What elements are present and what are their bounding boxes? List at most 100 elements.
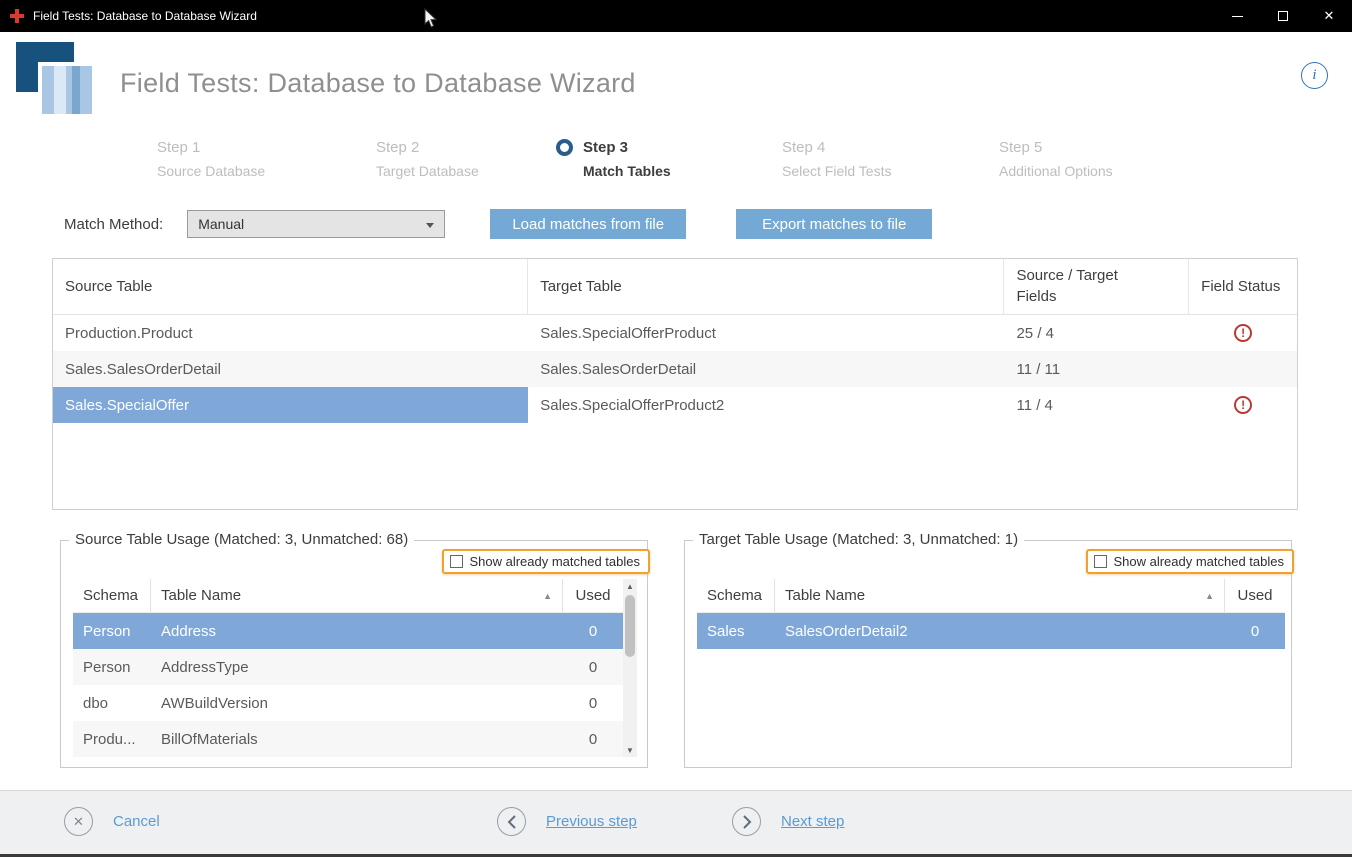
target-table-cell: Sales.SpecialOfferProduct2 bbox=[528, 387, 1004, 423]
previous-chevron-icon bbox=[497, 807, 526, 836]
next-step-button[interactable]: Next step bbox=[732, 807, 844, 836]
cancel-circle-icon: ✕ bbox=[64, 807, 93, 836]
target-table-cell: Sales.SpecialOfferProduct bbox=[528, 315, 1004, 351]
step-label: Match Tables bbox=[583, 161, 671, 181]
dropdown-chevron-icon bbox=[426, 223, 434, 228]
wizard-steps: Step 1 Source Database Step 2 Target Dat… bbox=[0, 138, 1352, 188]
column-header-target-table[interactable]: Target Table bbox=[528, 259, 1004, 314]
step-label: Additional Options bbox=[999, 161, 1113, 181]
source-table-cell: Sales.SalesOrderDetail bbox=[53, 351, 528, 387]
maximize-button[interactable] bbox=[1260, 0, 1306, 32]
error-icon: ! bbox=[1234, 396, 1252, 414]
step-4-select-field-tests[interactable]: Step 4 Select Field Tests bbox=[782, 138, 891, 181]
mouse-cursor bbox=[424, 8, 437, 33]
next-chevron-icon bbox=[732, 807, 761, 836]
next-step-label: Next step bbox=[781, 813, 844, 830]
list-item[interactable]: dbo AWBuildVersion 0 bbox=[73, 685, 623, 721]
column-header-table-name[interactable]: Table Name ▲ bbox=[775, 579, 1225, 612]
column-header-field-status[interactable]: Field Status bbox=[1189, 259, 1297, 314]
step-3-match-tables[interactable]: Step 3 Match Tables bbox=[556, 138, 671, 181]
target-table-usage-panel: Target Table Usage (Matched: 3, Unmatche… bbox=[684, 540, 1292, 768]
step-number: Step 3 bbox=[583, 138, 671, 158]
step-number: Step 5 bbox=[999, 138, 1113, 158]
target-table-cell: Sales.SalesOrderDetail bbox=[528, 351, 1004, 387]
column-header-used[interactable]: Used bbox=[1225, 579, 1285, 612]
source-table-cell: Sales.SpecialOffer bbox=[53, 387, 528, 423]
column-header-schema[interactable]: Schema bbox=[697, 579, 775, 612]
step-1-source-database[interactable]: Step 1 Source Database bbox=[157, 138, 265, 181]
step-number: Step 2 bbox=[376, 138, 479, 158]
previous-step-button[interactable]: Previous step bbox=[497, 807, 637, 836]
field-status-cell: ! bbox=[1189, 387, 1297, 423]
column-header-schema[interactable]: Schema bbox=[73, 579, 151, 612]
checkbox-label: Show already matched tables bbox=[469, 554, 640, 569]
table-row[interactable]: Sales.SalesOrderDetail Sales.SalesOrderD… bbox=[53, 351, 1297, 387]
field-status-cell: ! bbox=[1189, 315, 1297, 351]
source-usage-title: Source Table Usage (Matched: 3, Unmatche… bbox=[69, 531, 414, 548]
usage-table-header: Schema Table Name ▲ Used bbox=[697, 579, 1285, 613]
column-header-source-target-fields[interactable]: Source / Target Fields bbox=[1004, 259, 1189, 314]
scrollbar-thumb[interactable] bbox=[625, 595, 635, 657]
fields-count-cell: 11 / 11 bbox=[1004, 351, 1189, 387]
scroll-down-icon[interactable]: ▼ bbox=[623, 743, 637, 757]
cancel-label: Cancel bbox=[113, 813, 160, 830]
cancel-button[interactable]: ✕ Cancel bbox=[64, 807, 160, 836]
minimize-icon bbox=[1232, 16, 1243, 17]
list-item-selected[interactable]: Sales SalesOrderDetail2 0 bbox=[697, 613, 1285, 649]
error-icon: ! bbox=[1234, 324, 1252, 342]
info-icon[interactable]: i bbox=[1301, 62, 1328, 89]
source-table-cell: Production.Product bbox=[53, 315, 528, 351]
target-usage-table: Schema Table Name ▲ Used Sales SalesOrde… bbox=[697, 579, 1285, 649]
match-method-label: Match Method: bbox=[64, 216, 163, 233]
window-title: Field Tests: Database to Database Wizard bbox=[33, 9, 257, 23]
step-5-additional-options[interactable]: Step 5 Additional Options bbox=[999, 138, 1113, 181]
sort-asc-icon: ▲ bbox=[1205, 591, 1214, 601]
column-header-source-table[interactable]: Source Table bbox=[53, 259, 528, 314]
checkbox-icon bbox=[1094, 555, 1107, 568]
list-item[interactable]: Person AddressType 0 bbox=[73, 649, 623, 685]
wizard-footer: ✕ Cancel Previous step Next step bbox=[0, 790, 1352, 854]
target-show-matched-checkbox[interactable]: Show already matched tables bbox=[1086, 549, 1294, 574]
title-bar: Field Tests: Database to Database Wizard… bbox=[0, 0, 1352, 32]
fields-count-cell: 11 / 4 bbox=[1004, 387, 1189, 423]
table-row-selected[interactable]: Sales.SpecialOffer Sales.SpecialOfferPro… bbox=[53, 387, 1297, 423]
list-item[interactable]: Produ... BillOfMaterials 0 bbox=[73, 721, 623, 757]
step-number: Step 4 bbox=[782, 138, 891, 158]
close-icon: ✕ bbox=[1324, 8, 1335, 24]
scroll-up-icon[interactable]: ▲ bbox=[623, 579, 637, 593]
close-button[interactable]: ✕ bbox=[1306, 0, 1352, 32]
step-number: Step 1 bbox=[157, 138, 265, 158]
load-matches-button[interactable]: Load matches from file bbox=[490, 209, 686, 239]
export-matches-button[interactable]: Export matches to file bbox=[736, 209, 932, 239]
target-usage-title: Target Table Usage (Matched: 3, Unmatche… bbox=[693, 531, 1024, 548]
matches-table-header: Source Table Target Table Source / Targe… bbox=[53, 259, 1297, 315]
list-item-selected[interactable]: Person Address 0 bbox=[73, 613, 623, 649]
match-method-select[interactable]: Manual bbox=[187, 210, 445, 238]
step-label: Target Database bbox=[376, 161, 479, 181]
matches-table: Source Table Target Table Source / Targe… bbox=[52, 258, 1298, 510]
maximize-icon bbox=[1278, 11, 1288, 21]
page-title: Field Tests: Database to Database Wizard bbox=[120, 68, 636, 99]
fields-count-cell: 25 / 4 bbox=[1004, 315, 1189, 351]
checkbox-icon bbox=[450, 555, 463, 568]
usage-table-header: Schema Table Name ▲ Used bbox=[73, 579, 623, 613]
source-show-matched-checkbox[interactable]: Show already matched tables bbox=[442, 549, 650, 574]
step-label: Select Field Tests bbox=[782, 161, 891, 181]
minimize-button[interactable] bbox=[1214, 0, 1260, 32]
sort-asc-icon: ▲ bbox=[543, 591, 552, 601]
step-2-target-database[interactable]: Step 2 Target Database bbox=[376, 138, 479, 181]
step-label: Source Database bbox=[157, 161, 265, 181]
vertical-scrollbar[interactable]: ▲ ▼ bbox=[623, 579, 637, 757]
table-row[interactable]: Production.Product Sales.SpecialOfferPro… bbox=[53, 315, 1297, 351]
app-icon bbox=[9, 8, 25, 24]
column-header-table-name[interactable]: Table Name ▲ bbox=[151, 579, 563, 612]
match-method-value: Manual bbox=[198, 216, 244, 232]
previous-step-label: Previous step bbox=[546, 813, 637, 830]
app-logo bbox=[16, 42, 98, 127]
column-header-used[interactable]: Used bbox=[563, 579, 623, 612]
checkbox-label: Show already matched tables bbox=[1113, 554, 1284, 569]
source-table-usage-panel: Source Table Usage (Matched: 3, Unmatche… bbox=[60, 540, 648, 768]
source-usage-table: Schema Table Name ▲ Used Person Address … bbox=[73, 579, 623, 757]
field-status-cell bbox=[1189, 351, 1297, 387]
active-step-icon bbox=[556, 139, 573, 156]
